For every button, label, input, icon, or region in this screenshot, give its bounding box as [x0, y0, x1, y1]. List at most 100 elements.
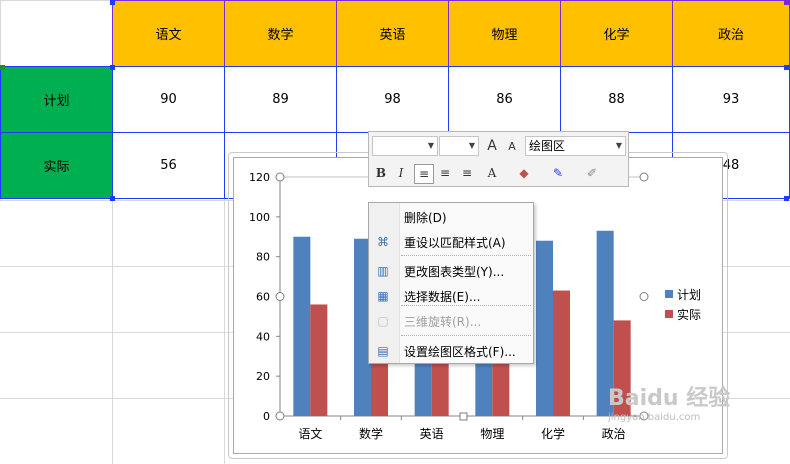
- legend-swatch: [665, 290, 673, 298]
- y-tick-label: 80: [256, 251, 270, 264]
- y-tick-label: 100: [249, 211, 270, 224]
- table-cell[interactable]: 89: [224, 66, 337, 133]
- y-tick-label: 60: [256, 291, 270, 304]
- y-tick-label: 20: [256, 370, 270, 383]
- x-tick-label: 语文: [298, 426, 322, 441]
- table-cell[interactable]: 56: [112, 132, 225, 199]
- menu-item[interactable]: ▥ 更改图表类型(Y)...: [370, 259, 532, 283]
- plot-area-handle[interactable]: [639, 172, 649, 182]
- legend-item-actual[interactable]: 实际: [665, 304, 701, 324]
- menu-separator: [401, 305, 531, 306]
- header-cell[interactable]: 物理: [448, 0, 561, 67]
- shrink-font-button[interactable]: A: [503, 137, 521, 155]
- align-center-button[interactable]: ≡: [436, 164, 454, 182]
- legend[interactable]: 计划 实际: [665, 284, 701, 324]
- menu-item[interactable]: ▤ 设置绘图区格式(F)...: [370, 339, 532, 363]
- selection-handle[interactable]: [110, 196, 115, 201]
- reset-style-icon: ⌘: [377, 235, 389, 249]
- font-size-combo[interactable]: ▼: [439, 136, 479, 156]
- menu-item-label: 更改图表类型(Y)...: [404, 264, 505, 279]
- italic-button[interactable]: I: [392, 164, 410, 182]
- align-right-button[interactable]: ≡: [458, 164, 476, 182]
- align-center-icon: ≡: [439, 166, 451, 180]
- table-cell[interactable]: 90: [112, 66, 225, 133]
- plot-area-handle[interactable]: [275, 292, 285, 301]
- bar[interactable]: [536, 240, 553, 416]
- x-tick-label: 政治: [602, 427, 626, 441]
- rotate-3d-icon: ▢: [377, 314, 389, 328]
- brush-icon: ✐: [586, 166, 598, 180]
- menu-item-label: 重设以匹配样式(A): [404, 235, 506, 250]
- align-left-button[interactable]: ≡: [414, 164, 434, 184]
- chart-element-value: 绘图区: [529, 139, 566, 153]
- menu-separator: [401, 255, 531, 256]
- plot-area-handle[interactable]: [275, 172, 285, 182]
- chevron-down-icon: ▼: [427, 141, 434, 150]
- bar[interactable]: [553, 290, 570, 416]
- paint-bucket-icon: ◆: [519, 166, 529, 180]
- table-cell[interactable]: 86: [448, 66, 561, 133]
- x-tick-label: 英语: [420, 427, 444, 441]
- chevron-down-icon: ▼: [468, 141, 475, 150]
- selection-handle[interactable]: [784, 196, 789, 201]
- corner-cell[interactable]: [0, 0, 113, 67]
- y-tick-label: 40: [256, 330, 270, 343]
- select-data-icon: ▦: [377, 289, 389, 303]
- header-cell[interactable]: 化学: [560, 0, 673, 67]
- plot-area-handle[interactable]: [459, 412, 468, 421]
- font-color-button[interactable]: A: [483, 164, 501, 182]
- bold-icon: B: [375, 166, 387, 180]
- x-tick-label: 物理: [480, 427, 504, 441]
- pen-icon: ✎: [552, 166, 564, 180]
- menu-item-label: 删除(D): [404, 210, 447, 225]
- grow-font-icon: A: [487, 138, 497, 154]
- legend-item-plan[interactable]: 计划: [665, 284, 701, 304]
- legend-label: 实际: [677, 307, 702, 322]
- header-cell[interactable]: 数学: [224, 0, 337, 67]
- font-color-icon: A: [487, 166, 497, 180]
- header-cell[interactable]: 英语: [336, 0, 449, 67]
- header-cell[interactable]: 政治: [672, 0, 790, 67]
- row-label-cell[interactable]: 实际: [0, 132, 113, 199]
- selection-handle[interactable]: [784, 65, 789, 70]
- chart-element-combo[interactable]: 绘图区 ▼: [525, 136, 626, 156]
- menu-item[interactable]: 删除(D): [370, 205, 532, 229]
- table-cell[interactable]: 93: [672, 66, 790, 133]
- italic-icon: I: [398, 166, 404, 180]
- table-cell[interactable]: 88: [560, 66, 673, 133]
- selection-handle[interactable]: [110, 65, 115, 70]
- chart-type-icon: ▥: [377, 264, 389, 278]
- header-cell[interactable]: 语文: [112, 0, 225, 67]
- watermark-text: Baidu 经验: [608, 386, 731, 411]
- watermark-sub: jingyan.baidu.com: [608, 412, 701, 423]
- plot-area-handle[interactable]: [639, 292, 649, 301]
- y-tick-label: 0: [263, 410, 270, 423]
- menu-separator: [401, 335, 531, 336]
- line-color-button[interactable]: ✎: [549, 164, 567, 182]
- bar[interactable]: [293, 236, 311, 416]
- legend-label: 计划: [677, 287, 702, 302]
- format-painter-button[interactable]: ✐: [583, 164, 601, 182]
- x-tick-label: 化学: [541, 426, 565, 441]
- selection-handle[interactable]: [110, 0, 115, 5]
- grow-font-button[interactable]: A: [483, 137, 501, 155]
- align-left-icon: ≡: [418, 167, 430, 181]
- context-menu: 删除(D) ⌘ 重设以匹配样式(A) ▥ 更改图表类型(Y)... ▦ 选择数据(E)...…: [368, 202, 534, 364]
- align-right-icon: ≡: [461, 166, 473, 180]
- fill-color-button[interactable]: ◆: [515, 164, 533, 182]
- selection-handle[interactable]: [784, 0, 789, 5]
- mini-toolbar: ▼ ▼ A A 绘图区 ▼ B I ≡ ≡ ≡ A ◆ ✎ ✐: [368, 131, 629, 187]
- menu-item: ▢ 三维旋转(R)...: [370, 309, 532, 333]
- y-tick-label: 120: [249, 171, 270, 184]
- table-cell[interactable]: 98: [336, 66, 449, 133]
- plot-area-handle[interactable]: [275, 411, 285, 421]
- menu-item[interactable]: ⌘ 重设以匹配样式(A): [370, 230, 532, 254]
- row-label-cell[interactable]: 计划: [0, 66, 113, 133]
- menu-item-label: 三维旋转(R)...: [404, 314, 482, 329]
- bold-button[interactable]: B: [372, 164, 390, 182]
- bar[interactable]: [310, 304, 328, 416]
- menu-item-label: 设置绘图区格式(F)...: [404, 344, 516, 359]
- menu-item-label: 选择数据(E)...: [404, 289, 481, 304]
- font-name-combo[interactable]: ▼: [372, 136, 438, 156]
- selection-handle[interactable]: [0, 65, 5, 70]
